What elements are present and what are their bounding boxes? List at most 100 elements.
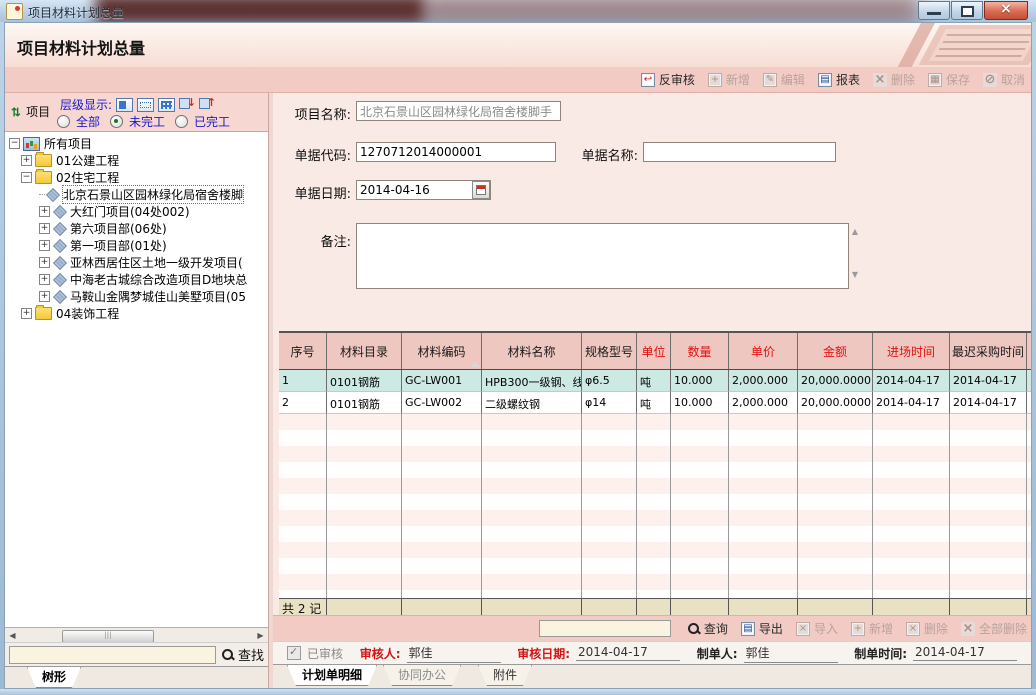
scroll-right-icon[interactable]: ▶ [253, 631, 268, 640]
tree-item[interactable]: + 马鞍山金隅梦城佳山美墅项目(05 [5, 288, 268, 305]
find-button[interactable]: 查找 [222, 645, 264, 664]
radio-finished[interactable] [175, 115, 188, 128]
view-mode-3-icon[interactable] [158, 98, 175, 112]
tree-item[interactable]: − 02住宅工程 [5, 169, 268, 186]
cell-seq: 1 [279, 370, 327, 392]
col-material-name[interactable]: 材料名称 [482, 333, 582, 369]
view-mode-2-icon[interactable] [137, 98, 154, 112]
radio-finished-label: 已完工 [194, 113, 230, 130]
minimize-button[interactable] [918, 1, 950, 20]
col-seq[interactable]: 序号 [279, 333, 327, 369]
titlebar[interactable]: 项目材料计划总量 [0, 0, 1036, 22]
cancel-label: 取消 [1001, 71, 1025, 88]
expand-icon[interactable]: + [21, 155, 32, 166]
approved-checkbox[interactable] [287, 646, 301, 660]
report-label: 报表 [836, 71, 860, 88]
expand-icon[interactable]: + [39, 206, 50, 217]
sidebar-tab-strip: 树形 [5, 666, 268, 688]
doc-code-label: 单据代码: [273, 145, 351, 164]
report-button[interactable]: ▤ 报表 [818, 71, 860, 88]
page-header: 项目材料计划总量 [5, 23, 1031, 68]
project-leaf-icon [53, 290, 66, 303]
maximize-button[interactable] [951, 1, 983, 20]
expand-icon[interactable]: + [39, 240, 50, 251]
tree-item[interactable]: + 中海老古城综合改造项目D地块总 [5, 271, 268, 288]
tree-search-input[interactable] [9, 646, 216, 664]
close-button[interactable] [984, 1, 1028, 20]
tree-item[interactable]: + 大红门项目(04处002) [5, 203, 268, 220]
tree-item[interactable]: + 第六项目部(06处) [5, 220, 268, 237]
calendar-icon[interactable] [472, 181, 490, 199]
col-material-catalog[interactable]: 材料目录 [327, 333, 402, 369]
tree-item[interactable]: + 04装饰工程 [5, 305, 268, 322]
cell-latest-purchase-time: 2014-04-17 [950, 392, 1027, 414]
search-icon [688, 623, 700, 635]
add-button[interactable]: + 新增 [708, 71, 750, 88]
col-amount[interactable]: 金额 [798, 333, 873, 369]
save-label: 保存 [946, 71, 970, 88]
scroll-track[interactable] [20, 629, 253, 642]
table-row[interactable]: 2 0101钢筋 GC-LW002 二级螺纹钢 φ14 吨 10.000 2,0… [279, 392, 1032, 414]
grid-search-input[interactable] [539, 620, 671, 637]
row-delete-button[interactable]: × 删除 [906, 620, 948, 637]
cell-amount: 20,000.0000 [798, 392, 873, 414]
remark-textarea[interactable] [356, 223, 849, 289]
tab-attachment[interactable]: 附件 [478, 665, 532, 686]
col-unit-price[interactable]: 单价 [729, 333, 798, 369]
scroll-left-icon[interactable]: ◀ [5, 631, 20, 640]
save-button[interactable]: ▦ 保存 [928, 71, 970, 88]
project-filter-radios: 全部 未完工 已完工 [57, 113, 234, 130]
col-quantity[interactable]: 数量 [671, 333, 729, 369]
cancel-button[interactable]: ⊘ 取消 [983, 71, 1025, 88]
doc-name-field[interactable] [643, 142, 836, 162]
table-row[interactable]: 1 0101钢筋 GC-LW001 HPB300一级钢、线材 φ6.5 吨 10… [279, 370, 1032, 392]
cell-quantity: 10.000 [671, 392, 729, 414]
tab-plan-detail[interactable]: 计划单明细 [287, 665, 377, 686]
scroll-up-icon[interactable]: ▲ [849, 227, 861, 236]
project-name-field[interactable] [356, 101, 561, 121]
create-time-value: 2014-04-17 [913, 645, 1017, 661]
col-spec-model[interactable]: 规格型号 [582, 333, 637, 369]
collapse-icon[interactable]: − [21, 172, 32, 183]
main-panel: 项目名称: 单据代码: 单据名称: 单据日期: 备注: ▲ ▼ 序号 材料目录 … [273, 93, 1031, 688]
row-add-button[interactable]: + 新增 [851, 620, 893, 637]
tree-item[interactable]: + 亚林西居住区土地一级开发项目( [5, 254, 268, 271]
unaudit-button[interactable]: ↩ 反审核 [641, 71, 695, 88]
collapse-icon[interactable]: − [9, 138, 20, 149]
tab-collaboration[interactable]: 协同办公 [383, 665, 461, 686]
tree-item-selected[interactable]: 北京石景山区园林绿化局宿舍楼脚 [5, 186, 268, 203]
delete-all-button[interactable]: × 全部删除 [961, 620, 1027, 637]
expand-icon[interactable]: + [21, 308, 32, 319]
tree-item[interactable]: + 第一项目部(01处) [5, 237, 268, 254]
sort-descending-icon[interactable]: ↓ [179, 97, 195, 112]
edit-button[interactable]: ✎ 编辑 [763, 71, 805, 88]
radio-unfinished[interactable] [110, 115, 123, 128]
col-arrival-time[interactable]: 进场时间 [873, 333, 950, 369]
tab-tree-view[interactable]: 树形 [27, 667, 81, 688]
scroll-down-icon[interactable]: ▼ [849, 270, 861, 279]
doc-code-field[interactable] [356, 142, 556, 162]
refresh-icon[interactable]: ⇄ [9, 106, 23, 116]
radio-all[interactable] [57, 115, 70, 128]
col-unit[interactable]: 单位 [637, 333, 671, 369]
tree-item-all-projects[interactable]: − 所有项目 [5, 135, 268, 152]
cell-quantity: 10.000 [671, 370, 729, 392]
import-button[interactable]: × 导入 [796, 620, 838, 637]
expand-icon[interactable]: + [39, 257, 50, 268]
expand-icon[interactable]: + [39, 223, 50, 234]
audit-date-label: 审核日期: [517, 645, 570, 662]
sort-ascending-icon[interactable]: ↑ [199, 97, 215, 112]
view-mode-1-icon[interactable] [116, 98, 133, 112]
doc-date-field[interactable] [356, 180, 491, 200]
export-button[interactable]: ▤ 导出 [741, 620, 783, 637]
expand-icon[interactable]: + [39, 291, 50, 302]
empty-col [279, 414, 327, 598]
tree-item[interactable]: + 01公建工程 [5, 152, 268, 169]
expand-icon[interactable]: + [39, 274, 50, 285]
col-latest-purchase-time[interactable]: 最迟采购时间 [950, 333, 1027, 369]
col-material-code[interactable]: 材料编码 [402, 333, 482, 369]
sort-down-arrow: ↓ [187, 96, 196, 109]
tree-horizontal-scrollbar[interactable]: ◀ ▶ [5, 627, 268, 643]
delete-button[interactable]: × 删除 [873, 71, 915, 88]
query-button[interactable]: 查询 [688, 620, 728, 637]
